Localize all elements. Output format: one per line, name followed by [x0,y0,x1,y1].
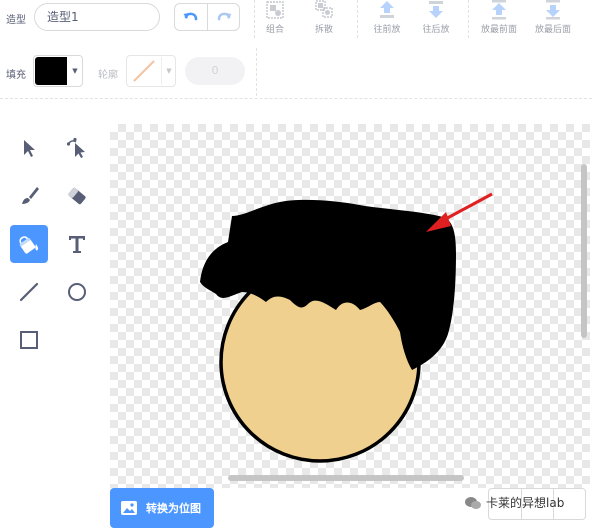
convert-to-bitmap-button[interactable]: 转换为位图 [110,488,214,528]
send-to-back-icon [546,0,560,20]
vertical-scrollbar[interactable] [581,164,587,338]
ungroup-label: 拆散 [314,25,333,35]
eraser-tool[interactable] [58,177,96,215]
wechat-icon [465,496,481,509]
group-button[interactable]: 组合 [251,0,299,40]
divider [256,48,257,96]
fill-label: 填充 [6,70,26,81]
send-to-back-label: 放最后面 [534,25,571,35]
redo-button[interactable] [208,4,239,30]
ungroup-button[interactable]: 拆散 [300,0,348,40]
horizontal-scrollbar[interactable] [228,475,464,481]
reshape-tool[interactable] [58,129,96,167]
divider [357,0,358,38]
backward-icon [429,1,443,18]
redo-icon [217,12,232,21]
bring-to-front-button[interactable]: 放最前面 [475,0,523,40]
group-label: 组合 [265,25,284,35]
chevron-down-icon: ▼ [72,67,78,75]
bring-to-front-label: 放最前面 [480,25,517,35]
group-icon [266,1,284,19]
text-tool[interactable] [58,225,96,263]
eraser-icon [68,187,86,205]
forward-button[interactable]: 往前放 [363,0,411,40]
undo-icon [183,12,198,21]
forward-icon [380,1,394,18]
outline-label: 轮廓 [98,70,118,81]
divider [468,0,469,38]
outline-width-input[interactable]: 0 [185,57,245,85]
image-icon [121,501,137,515]
costume-name-input[interactable]: 造型1 [34,3,160,31]
undo-button[interactable] [175,4,208,30]
outline-color-picker[interactable]: ▼ [126,55,176,87]
backward-label: 往后放 [422,25,450,35]
circle-icon [68,283,86,301]
costume-label: 造型 [6,15,26,26]
brush-tool[interactable] [10,177,48,215]
reshape-icon [66,137,85,158]
fill-color-swatch [35,57,67,85]
circle-tool[interactable] [58,273,96,311]
select-tool[interactable] [10,129,48,167]
fill-tool[interactable] [10,225,48,263]
send-to-back-button[interactable]: 放最后面 [529,0,577,40]
undo-redo-group [174,3,240,31]
line-tool[interactable] [10,273,48,311]
line-icon [19,282,39,302]
convert-button-label: 转换为位图 [146,502,201,515]
no-color-icon [133,60,155,82]
brush-icon [22,187,39,204]
text-icon [69,236,85,253]
paint-bucket-icon [19,236,39,254]
rectangle-icon [20,331,38,349]
forward-label: 往前放 [373,25,401,35]
arrow-cursor-icon [24,140,35,157]
toolbar-divider [0,98,592,99]
ungroup-icon [315,0,333,18]
costume-drawing[interactable] [110,124,590,488]
chevron-down-icon: ▼ [161,57,175,85]
watermark: 卡莱的异想lab [464,494,564,511]
watermark-text: 卡莱的异想lab [486,496,565,510]
backward-button[interactable]: 往后放 [412,0,460,40]
fill-color-picker[interactable]: ▼ [33,55,83,87]
bring-to-front-icon [492,0,506,20]
rectangle-tool[interactable] [10,321,48,359]
